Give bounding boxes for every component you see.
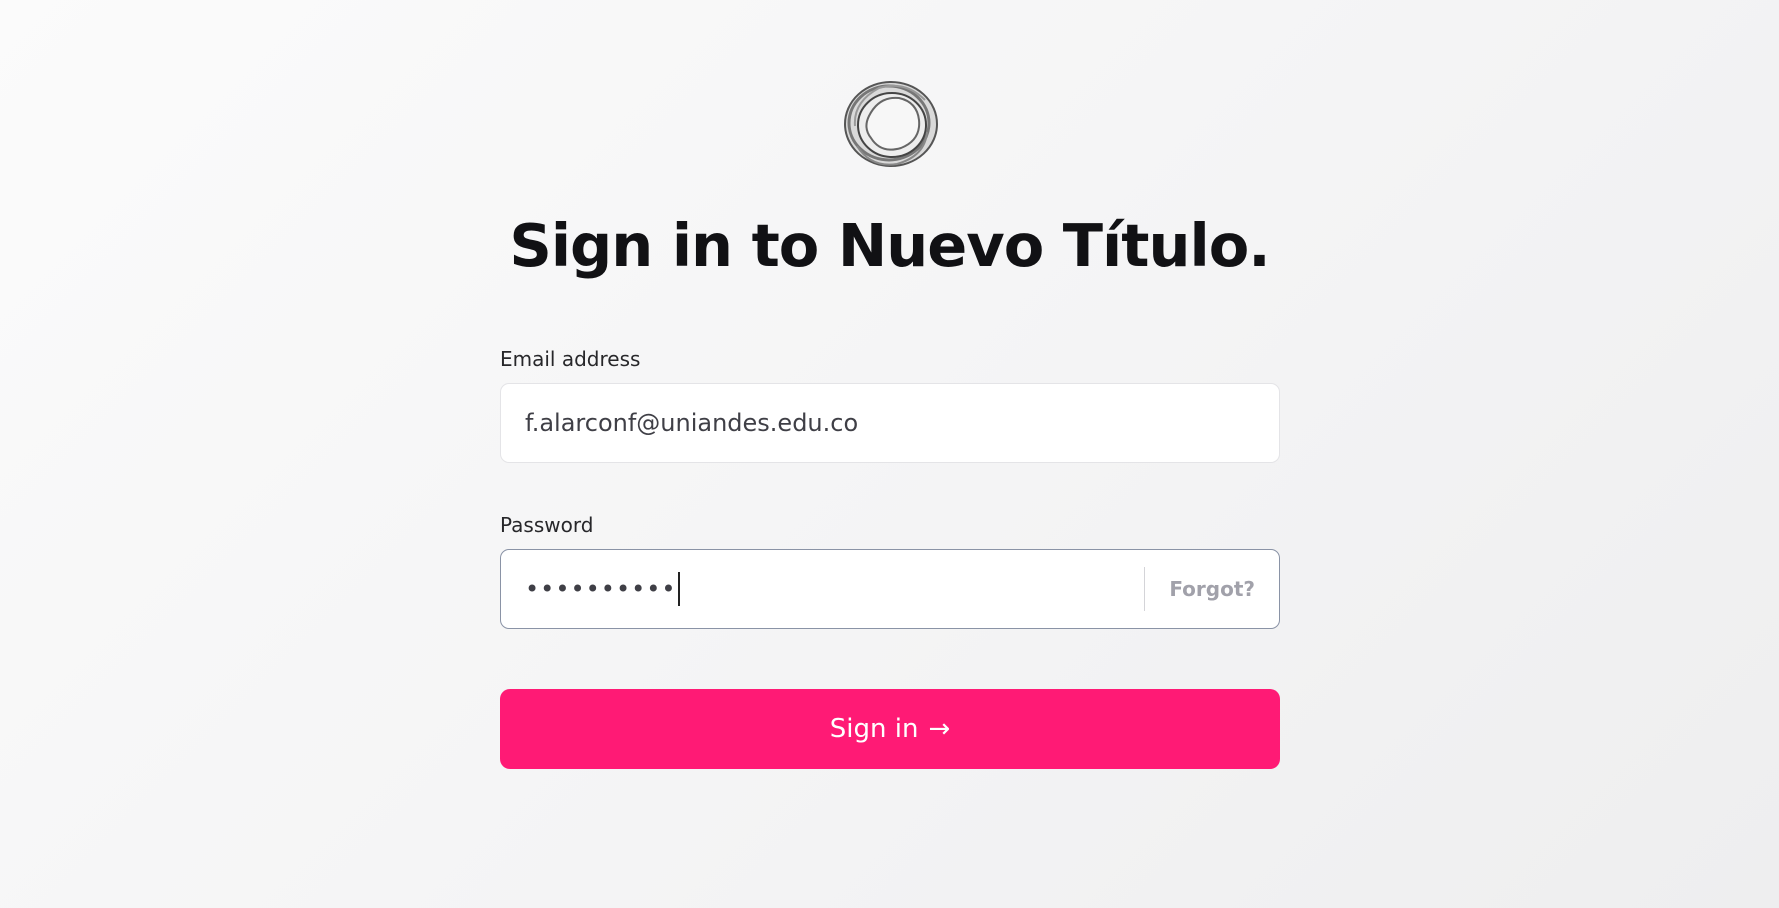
email-label: Email address bbox=[500, 347, 641, 371]
password-field[interactable]: •••••••••• Forgot? bbox=[500, 549, 1280, 629]
sign-in-form: Email address Password •••••••••• Forgot… bbox=[500, 345, 1280, 769]
sign-in-button[interactable]: Sign in → bbox=[500, 689, 1280, 769]
text-caret bbox=[677, 572, 680, 606]
ring-logo-icon bbox=[839, 76, 943, 172]
arrow-right-icon: → bbox=[928, 714, 951, 744]
password-label: Password bbox=[500, 513, 594, 537]
page-title: Sign in to Nuevo Título. bbox=[509, 211, 1270, 280]
sign-in-page: Sign in to Nuevo Título. Email address P… bbox=[0, 0, 1779, 908]
sign-in-label: Sign in bbox=[829, 714, 919, 744]
email-field-container bbox=[500, 383, 1280, 463]
forgot-password-link[interactable]: Forgot? bbox=[1145, 577, 1279, 601]
email-field[interactable] bbox=[501, 384, 1279, 462]
password-masked-value: •••••••••• bbox=[525, 575, 677, 603]
password-input[interactable]: •••••••••• bbox=[501, 572, 1144, 606]
